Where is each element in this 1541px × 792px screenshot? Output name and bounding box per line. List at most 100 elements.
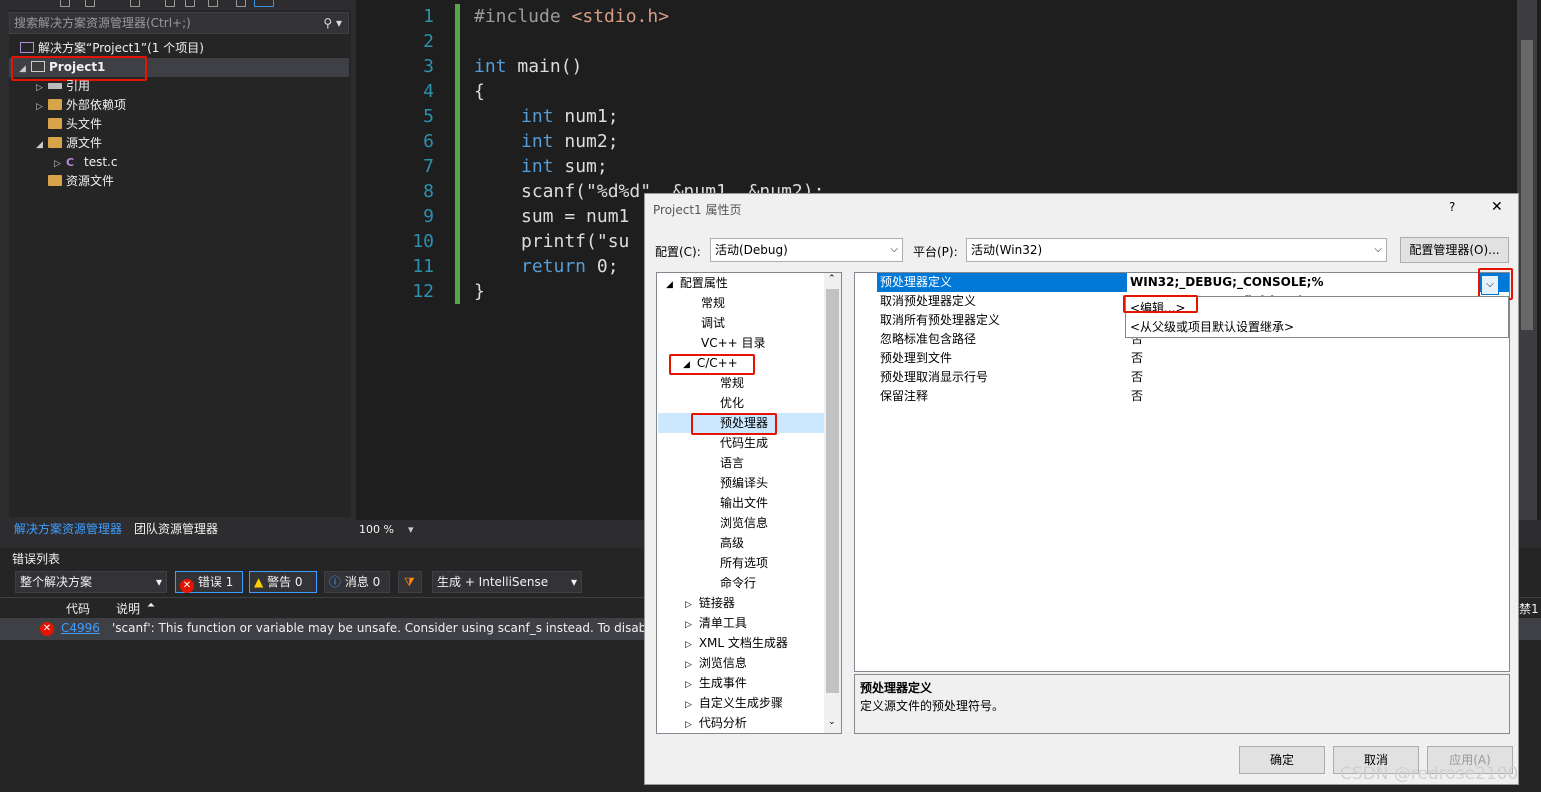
tree-item[interactable]: ▷ 自定义生成步骤: [685, 693, 783, 713]
tree-item[interactable]: ▷ 清单工具: [685, 613, 747, 633]
ok-button[interactable]: 确定: [1239, 746, 1325, 774]
tree-item[interactable]: ▷ 链接器: [685, 593, 735, 613]
tree-item[interactable]: 高级: [720, 533, 744, 553]
property-row[interactable]: 预处理到文件 否: [877, 349, 1509, 368]
tree-item-references[interactable]: ▷ 引用: [36, 77, 90, 96]
tree-item[interactable]: ▷ 生成事件: [685, 673, 747, 693]
expand-icon[interactable]: ▷: [36, 98, 48, 117]
editor-scrollbar[interactable]: [1517, 0, 1537, 520]
expand-icon[interactable]: ◢: [36, 136, 48, 155]
property-value[interactable]: 否: [1131, 387, 1143, 406]
dropdown-option-inherit[interactable]: <从父级或项目默认设置继承>: [1130, 318, 1294, 335]
scroll-thumb[interactable]: [1521, 40, 1533, 330]
close-button[interactable]: ✕: [1491, 199, 1503, 215]
line-number: 3: [423, 56, 434, 77]
scroll-down-icon[interactable]: ⌄: [828, 717, 836, 727]
filter-button[interactable]: ⧩: [398, 571, 422, 593]
tree-item[interactable]: 所有选项: [720, 553, 768, 573]
code-line[interactable]: int main(): [474, 54, 582, 79]
expand-icon[interactable]: ▷: [685, 715, 695, 735]
folder-icon: [48, 99, 62, 110]
desc-text: 定义源文件的预处理符号。: [860, 699, 1005, 713]
toolbar-icon[interactable]: [60, 0, 70, 7]
tree-item[interactable]: ▷ 代码分析: [685, 713, 747, 733]
tree-item-external-deps[interactable]: ▷ 外部依赖项: [36, 96, 126, 115]
tree-item[interactable]: 优化: [720, 393, 744, 413]
property-row[interactable]: 保留注释 否: [877, 387, 1509, 406]
tree-item[interactable]: 输出文件: [720, 493, 768, 513]
highlight-box: [669, 354, 755, 375]
zoom-level[interactable]: 100 %: [359, 523, 394, 536]
expand-icon[interactable]: ▷: [685, 695, 695, 715]
property-row[interactable]: 预处理取消显示行号 否: [877, 368, 1509, 387]
tree-item[interactable]: 代码生成: [720, 433, 768, 453]
errors-filter-button[interactable]: ✕ 错误 1: [175, 571, 243, 593]
tab-solution-explorer[interactable]: 解决方案资源管理器: [14, 520, 122, 537]
scroll-up-icon[interactable]: ⌃: [828, 274, 836, 284]
code-line[interactable]: sum = num1: [521, 204, 629, 229]
expand-icon[interactable]: ▷: [685, 655, 695, 675]
tree-item[interactable]: 常规: [720, 373, 744, 393]
toolbar-icon[interactable]: [85, 0, 95, 7]
tree-item-test-c[interactable]: ▷ Ctest.c: [54, 153, 117, 172]
property-row[interactable]: 预处理器定义WIN32;_DEBUG;_CONSOLE;%(Preprocess…: [877, 273, 1509, 311]
toolbar-icon[interactable]: [254, 0, 274, 7]
tree-item[interactable]: 预编译头: [720, 473, 768, 493]
tree-item-resources[interactable]: 资源文件: [48, 172, 114, 191]
tree-item-sources[interactable]: ◢ 源文件: [36, 134, 102, 153]
watermark: CSDN @redrose2100: [1340, 764, 1519, 784]
scope-select[interactable]: 整个解决方案 ▾: [15, 571, 167, 593]
tree-item[interactable]: 调试: [701, 313, 725, 333]
config-select[interactable]: 活动(Debug) ⌵: [710, 238, 903, 262]
expand-icon[interactable]: ◢: [666, 275, 676, 295]
help-button[interactable]: ?: [1449, 200, 1455, 214]
code-line[interactable]: printf("su: [521, 229, 629, 254]
solution-search-input[interactable]: 搜索解决方案资源管理器(Ctrl+;) ⚲ ▾: [9, 12, 349, 34]
col-desc[interactable]: 说明: [116, 600, 140, 617]
tree-item[interactable]: VC++ 目录: [701, 333, 766, 353]
platform-select[interactable]: 活动(Win32) ⌵: [966, 238, 1387, 262]
messages-count: 消息 0: [344, 575, 381, 589]
tab-team-explorer[interactable]: 团队资源管理器: [134, 520, 218, 537]
code-line[interactable]: int sum;: [521, 154, 608, 179]
change-indicator: [455, 4, 460, 304]
scroll-thumb[interactable]: [826, 289, 839, 693]
code-line[interactable]: {: [474, 79, 485, 104]
col-code[interactable]: 代码: [66, 600, 90, 617]
tree-scrollbar[interactable]: ⌃ ⌄: [824, 273, 841, 733]
error-code-link[interactable]: C4996: [61, 621, 100, 635]
tree-item-headers[interactable]: 头文件: [48, 115, 102, 134]
tree-item[interactable]: 常规: [701, 293, 725, 313]
tree-item[interactable]: ▷ 浏览信息: [685, 653, 747, 673]
expand-icon[interactable]: ▷: [685, 635, 695, 655]
tree-label: 外部依赖项: [66, 98, 127, 112]
code-line[interactable]: #include <stdio.h>: [474, 4, 669, 29]
code-line[interactable]: }: [474, 279, 485, 304]
toolbar-icon[interactable]: [165, 0, 175, 7]
tree-item[interactable]: 浏览信息: [720, 513, 768, 533]
expand-icon[interactable]: ▷: [685, 595, 695, 615]
code-line[interactable]: return 0;: [521, 254, 619, 279]
tree-item[interactable]: 语言: [720, 453, 744, 473]
code-line[interactable]: int num1;: [521, 104, 619, 129]
code-line[interactable]: int num2;: [521, 129, 619, 154]
build-filter-select[interactable]: 生成 + IntelliSense ▾: [432, 571, 582, 593]
expand-icon[interactable]: ▷: [685, 675, 695, 695]
expand-icon[interactable]: ▷: [685, 615, 695, 635]
property-value[interactable]: 否: [1131, 349, 1143, 368]
messages-filter-button[interactable]: ⓘ 消息 0: [324, 571, 390, 593]
folder-open-icon: [48, 137, 62, 148]
warnings-filter-button[interactable]: ▲ 警告 0: [249, 571, 317, 593]
property-value[interactable]: 否: [1131, 368, 1143, 387]
chevron-down-icon[interactable]: ▾: [408, 523, 414, 536]
tree-config-props[interactable]: ◢ 配置属性: [666, 273, 728, 293]
toolbar-icon[interactable]: [236, 0, 246, 7]
toolbar-icon[interactable]: [130, 0, 140, 7]
tree-item[interactable]: 命令行: [720, 573, 756, 593]
tree-item[interactable]: ▷ XML 文档生成器: [685, 633, 788, 653]
toolbar-icon[interactable]: [208, 0, 218, 7]
toolbar-icon[interactable]: [185, 0, 195, 7]
search-icon[interactable]: ⚲ ▾: [323, 13, 342, 33]
config-manager-button[interactable]: 配置管理器(O)...: [1400, 237, 1509, 263]
tree-label: 高级: [720, 536, 745, 550]
